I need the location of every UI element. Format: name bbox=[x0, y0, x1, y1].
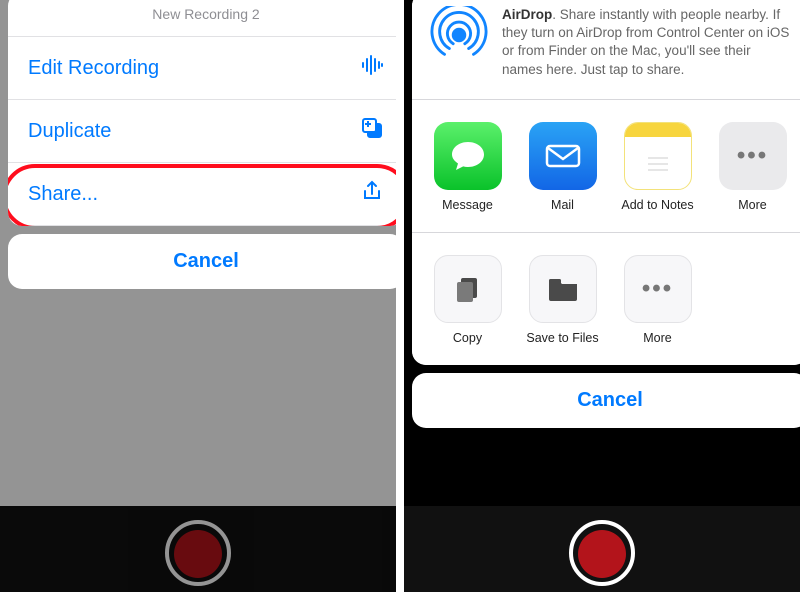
share-icon bbox=[356, 179, 384, 209]
action-sheet: New Recording 2 Edit Recording Duplicate… bbox=[8, 0, 396, 226]
airdrop-icon bbox=[430, 6, 488, 64]
duplicate-row[interactable]: Duplicate bbox=[8, 100, 396, 163]
share-app-mail[interactable]: Mail bbox=[515, 122, 610, 212]
edit-recording-row[interactable]: Edit Recording bbox=[8, 37, 396, 100]
notes-icon bbox=[624, 122, 692, 190]
waveform-icon bbox=[356, 53, 384, 83]
duplicate-label: Duplicate bbox=[28, 120, 111, 143]
share-app-more[interactable]: ••• More bbox=[705, 122, 800, 212]
share-sheet-screen: AirDrop. Share instantly with people nea… bbox=[404, 0, 800, 592]
airdrop-section[interactable]: AirDrop. Share instantly with people nea… bbox=[412, 0, 800, 100]
duplicate-icon bbox=[356, 116, 384, 146]
copy-icon bbox=[434, 255, 502, 323]
message-icon bbox=[434, 122, 502, 190]
share-app-notes[interactable]: Add to Notes bbox=[610, 122, 705, 212]
more-icon: ••• bbox=[624, 255, 692, 323]
voice-memos-screen: New Recording 2 Jun 20, 2018 00:05 0:00 … bbox=[0, 0, 396, 592]
airdrop-description: AirDrop. Share instantly with people nea… bbox=[502, 6, 790, 79]
share-apps-row: Message Mail Add to Notes ••• More bbox=[412, 100, 800, 233]
share-app-message[interactable]: Message bbox=[420, 122, 515, 212]
action-copy[interactable]: Copy bbox=[420, 255, 515, 345]
cancel-button[interactable]: Cancel bbox=[8, 234, 396, 289]
share-label: Share... bbox=[28, 183, 98, 206]
cancel-button[interactable]: Cancel bbox=[412, 373, 800, 428]
action-sheet-title: New Recording 2 bbox=[8, 0, 396, 37]
share-row[interactable]: Share... bbox=[8, 163, 396, 226]
edit-recording-label: Edit Recording bbox=[28, 57, 159, 80]
folder-icon bbox=[529, 255, 597, 323]
record-bar bbox=[0, 506, 396, 592]
action-save-files[interactable]: Save to Files bbox=[515, 255, 610, 345]
share-sheet: AirDrop. Share instantly with people nea… bbox=[412, 0, 800, 365]
more-icon: ••• bbox=[719, 122, 787, 190]
record-bar bbox=[404, 506, 800, 592]
action-more[interactable]: ••• More bbox=[610, 255, 705, 345]
mail-icon bbox=[529, 122, 597, 190]
share-actions-row: Copy Save to Files ••• More . bbox=[412, 233, 800, 365]
